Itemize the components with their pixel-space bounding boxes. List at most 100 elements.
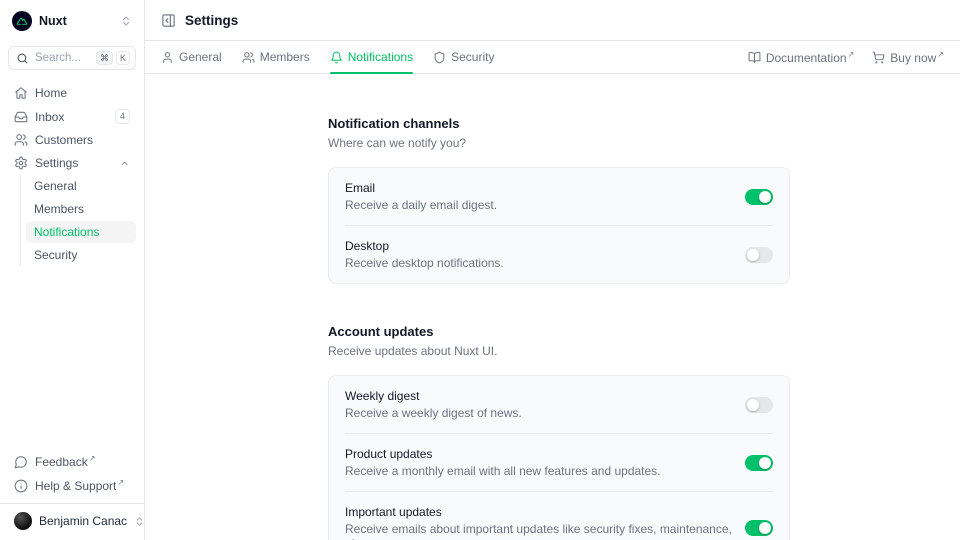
settings-card: Email Receive a daily email digest. Desk… [328,167,790,284]
avatar [14,512,32,530]
setting-label: Product updates [345,447,661,461]
external-link-icon: ↗ [848,50,855,59]
desktop-toggle[interactable] [745,247,773,263]
search-icon [16,52,29,65]
settings-column: Notification channels Where can we notif… [328,116,790,540]
documentation-link[interactable]: Documentation↗ [748,50,854,65]
setting-description: Receive a daily email digest. [345,198,497,212]
sidebar-item-label: Home [35,86,67,100]
sidebar-item-label: Inbox [35,110,64,124]
tab-general[interactable]: General [161,41,222,73]
team-switcher[interactable]: Nuxt [8,8,136,34]
chevrons-up-down-icon [134,516,145,527]
collapse-sidebar-button[interactable] [161,13,176,28]
cart-icon [872,51,885,64]
setting-row-email: Email Receive a daily email digest. [345,168,773,226]
main-area: Settings General Members [145,0,960,540]
users-icon [14,133,28,147]
sidebar-item-notifications[interactable]: Notifications [26,221,136,243]
user-menu[interactable]: Benjamin Canac [8,504,136,534]
toolbar: General Members Notifications [145,41,960,74]
setting-text: Desktop Receive desktop notifications. [345,239,504,270]
setting-text: Email Receive a daily email digest. [345,181,497,212]
external-link-icon: ↗ [89,454,96,463]
toolbar-actions: Documentation↗ Buy now↗ [748,50,944,65]
tab-security[interactable]: Security [433,41,494,73]
search-shortcut: ⌘ K [96,51,130,65]
section-title: Notification channels [328,116,790,131]
setting-text: Product updates Receive a monthly email … [345,447,661,478]
setting-description: Receive emails about important updates l… [345,522,733,540]
feedback-link[interactable]: Feedback↗ [8,450,136,473]
section-notification-channels: Notification channels Where can we notif… [328,116,790,284]
sidebar-item-members[interactable]: Members [26,198,136,220]
setting-description: Receive a monthly email with all new fea… [345,464,661,478]
app-window: Nuxt Search... ⌘ K Home [0,0,960,540]
product-updates-toggle[interactable] [745,455,773,471]
external-link-icon: ↗ [117,478,124,487]
inbox-icon [14,110,28,124]
page-title: Settings [185,13,238,28]
sidebar-item-customers[interactable]: Customers [8,129,136,151]
home-icon [14,86,28,100]
settings-subnav: General Members Notifications Security [20,175,136,266]
important-updates-toggle[interactable] [745,520,773,536]
sidebar-item-home[interactable]: Home [8,82,136,104]
setting-text: Weekly digest Receive a weekly digest of… [345,389,522,420]
settings-content: Notification channels Where can we notif… [145,74,960,540]
help-support-label: Help & Support↗ [35,478,124,493]
feedback-label: Feedback↗ [35,454,95,469]
user-name: Benjamin Canac [39,514,127,528]
setting-description: Receive desktop notifications. [345,256,504,270]
settings-card: Weekly digest Receive a weekly digest of… [328,375,790,540]
setting-row-important-updates: Important updates Receive emails about i… [345,492,773,540]
sidebar-item-label: Customers [35,133,93,147]
search-placeholder: Search... [35,52,90,64]
shield-icon [433,51,446,64]
search-input[interactable]: Search... ⌘ K [8,46,136,70]
setting-row-weekly-digest: Weekly digest Receive a weekly digest of… [345,376,773,434]
sidebar-item-settings[interactable]: Settings [8,152,136,174]
section-description: Receive updates about Nuxt UI. [328,344,790,358]
setting-row-desktop: Desktop Receive desktop notifications. [345,226,773,283]
chevron-up-icon [119,158,130,169]
action-label: Buy now↗ [890,50,944,65]
weekly-digest-toggle[interactable] [745,397,773,413]
chevrons-up-down-icon [120,15,132,27]
sidebar: Nuxt Search... ⌘ K Home [0,0,145,540]
toggle-knob [747,249,759,261]
sidebar-item-security[interactable]: Security [26,244,136,266]
email-toggle[interactable] [745,189,773,205]
toggle-knob [759,457,771,469]
titlebar: Settings [145,0,960,41]
section-title: Account updates [328,324,790,339]
tab-members[interactable]: Members [242,41,310,73]
setting-label: Email [345,181,497,195]
setting-label: Important updates [345,505,733,519]
setting-label: Desktop [345,239,504,253]
k-key: K [116,51,130,65]
section-account-updates: Account updates Receive updates about Nu… [328,324,790,540]
tabs: General Members Notifications [161,41,494,73]
toggle-knob [759,191,771,203]
setting-description: Receive a weekly digest of news. [345,406,522,420]
help-support-link[interactable]: Help & Support↗ [8,474,136,497]
sidebar-spacer [8,266,136,450]
sidebar-item-general[interactable]: General [26,175,136,197]
sidebar-item-inbox[interactable]: Inbox 4 [8,105,136,128]
sidebar-item-label: Settings [35,156,78,170]
user-icon [161,51,174,64]
buy-now-link[interactable]: Buy now↗ [872,50,944,65]
book-icon [748,51,761,64]
section-description: Where can we notify you? [328,136,790,150]
sidebar-nav: Home Inbox 4 Customers Settings [8,82,136,266]
tab-label: Members [260,50,310,64]
gear-icon [14,156,28,170]
toggle-knob [759,522,771,534]
team-name: Nuxt [39,14,67,28]
inbox-count-badge: 4 [115,109,130,124]
tab-label: Security [451,50,494,64]
tab-notifications[interactable]: Notifications [330,41,413,73]
users-icon [242,51,255,64]
info-icon [14,479,28,493]
